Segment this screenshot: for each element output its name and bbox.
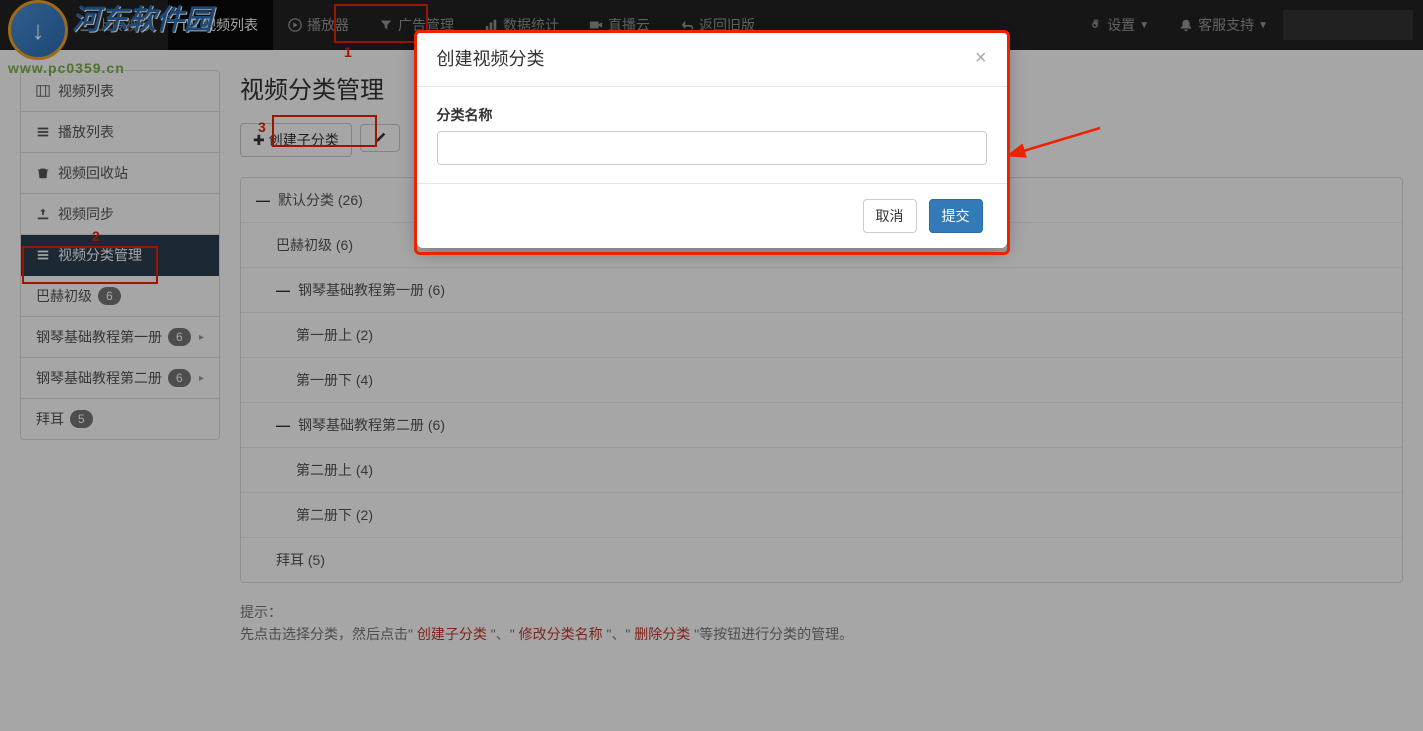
create-category-modal: 创建视频分类 × 分类名称 取消 提交 [417,30,1007,248]
submit-button[interactable]: 提交 [929,199,983,233]
category-name-input[interactable] [437,131,987,165]
field-label: 分类名称 [437,105,987,125]
cancel-button[interactable]: 取消 [863,199,917,233]
modal-close-button[interactable]: × [975,47,987,70]
close-icon: × [975,47,987,69]
modal-title: 创建视频分类 [437,45,545,71]
